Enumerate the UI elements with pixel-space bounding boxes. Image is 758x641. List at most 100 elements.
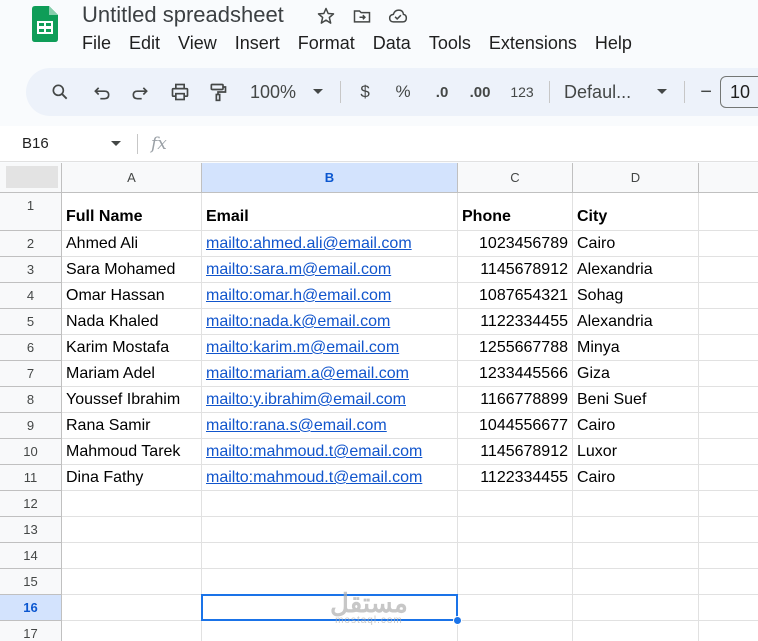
cell-c12[interactable]: [458, 491, 573, 517]
percent-format-button[interactable]: %: [389, 76, 417, 108]
menu-extensions[interactable]: Extensions: [480, 33, 586, 53]
cell-d7[interactable]: Giza: [573, 361, 699, 387]
cell-a17[interactable]: [62, 621, 202, 641]
cell-b1[interactable]: Email: [202, 193, 458, 231]
cell-d13[interactable]: [573, 517, 699, 543]
cell-b7[interactable]: mailto:mariam.a@email.com: [202, 361, 458, 387]
cell-c11[interactable]: 1122334455: [458, 465, 573, 491]
cell-d3[interactable]: Alexandria: [573, 257, 699, 283]
column-header-d[interactable]: D: [573, 163, 699, 193]
cell-e14[interactable]: [699, 543, 758, 569]
cell-e1[interactable]: [699, 193, 758, 231]
cell-c5[interactable]: 1122334455: [458, 309, 573, 335]
sheets-logo-icon[interactable]: [32, 6, 58, 42]
star-icon[interactable]: [315, 5, 337, 27]
menu-view[interactable]: View: [169, 33, 226, 53]
row-header-4[interactable]: 4: [0, 283, 62, 309]
zoom-dropdown-icon[interactable]: [308, 76, 328, 108]
cell-b2[interactable]: mailto:ahmed.ali@email.com: [202, 231, 458, 257]
name-box[interactable]: B16: [22, 135, 49, 152]
cell-a13[interactable]: [62, 517, 202, 543]
cell-d16[interactable]: [573, 595, 699, 621]
cell-c9[interactable]: 1044556677: [458, 413, 573, 439]
cell-c8[interactable]: 1166778899: [458, 387, 573, 413]
cell-e5[interactable]: [699, 309, 758, 335]
cell-c10[interactable]: 1145678912: [458, 439, 573, 465]
document-title[interactable]: Untitled spreadsheet: [82, 2, 284, 28]
row-header-6[interactable]: 6: [0, 335, 62, 361]
cell-e8[interactable]: [699, 387, 758, 413]
cell-b5[interactable]: mailto:nada.k@email.com: [202, 309, 458, 335]
cell-b3[interactable]: mailto:sara.m@email.com: [202, 257, 458, 283]
cell-a1[interactable]: Full Name: [62, 193, 202, 231]
cell-e16[interactable]: [699, 595, 758, 621]
cell-b4[interactable]: mailto:omar.h@email.com: [202, 283, 458, 309]
row-header-9[interactable]: 9: [0, 413, 62, 439]
cell-a12[interactable]: [62, 491, 202, 517]
sheet-grid[interactable]: A B C D 1 Full Name Email Phone City 2 Ahmed Ali ma…: [0, 163, 758, 641]
cell-a5[interactable]: Nada Khaled: [62, 309, 202, 335]
cell-e13[interactable]: [699, 517, 758, 543]
row-header-13[interactable]: 13: [0, 517, 62, 543]
row-header-17[interactable]: 17: [0, 621, 62, 641]
font-size-input[interactable]: 10: [720, 76, 758, 108]
increase-decimal-button[interactable]: .00: [463, 76, 497, 108]
currency-format-button[interactable]: $: [351, 76, 379, 108]
cell-e9[interactable]: [699, 413, 758, 439]
menu-file[interactable]: File: [82, 33, 120, 53]
cell-e3[interactable]: [699, 257, 758, 283]
menu-insert[interactable]: Insert: [226, 33, 289, 53]
row-header-12[interactable]: 12: [0, 491, 62, 517]
cell-c14[interactable]: [458, 543, 573, 569]
cell-a9[interactable]: Rana Samir: [62, 413, 202, 439]
cell-a16[interactable]: [62, 595, 202, 621]
select-all-corner[interactable]: [0, 163, 62, 193]
cell-b8[interactable]: mailto:y.ibrahim@email.com: [202, 387, 458, 413]
column-header-c[interactable]: C: [458, 163, 573, 193]
cell-d14[interactable]: [573, 543, 699, 569]
paint-format-icon[interactable]: [202, 76, 234, 108]
cell-e11[interactable]: [699, 465, 758, 491]
cell-b12[interactable]: [202, 491, 458, 517]
cell-d1[interactable]: City: [573, 193, 699, 231]
row-header-5[interactable]: 5: [0, 309, 62, 335]
fill-handle[interactable]: [453, 616, 462, 625]
cell-a15[interactable]: [62, 569, 202, 595]
row-header-7[interactable]: 7: [0, 361, 62, 387]
cell-a3[interactable]: Sara Mohamed: [62, 257, 202, 283]
menu-tools[interactable]: Tools: [420, 33, 480, 53]
cell-c17[interactable]: [458, 621, 573, 641]
font-select[interactable]: Defaul...: [564, 76, 640, 108]
zoom-select[interactable]: 100%: [250, 76, 296, 108]
cell-d4[interactable]: Sohag: [573, 283, 699, 309]
row-header-1[interactable]: 1: [0, 193, 62, 231]
number-format-button[interactable]: 123: [505, 76, 539, 108]
row-header-15[interactable]: 15: [0, 569, 62, 595]
decrease-font-size-button[interactable]: −: [695, 76, 717, 108]
cell-b10[interactable]: mailto:mahmoud.t@email.com: [202, 439, 458, 465]
cell-c3[interactable]: 1145678912: [458, 257, 573, 283]
menu-help[interactable]: Help: [586, 33, 641, 53]
cell-e10[interactable]: [699, 439, 758, 465]
cell-a11[interactable]: Dina Fathy: [62, 465, 202, 491]
row-header-10[interactable]: 10: [0, 439, 62, 465]
cell-d10[interactable]: Luxor: [573, 439, 699, 465]
cloud-saved-icon[interactable]: [387, 5, 409, 27]
row-header-2[interactable]: 2: [0, 231, 62, 257]
cell-d2[interactable]: Cairo: [573, 231, 699, 257]
column-header-a[interactable]: A: [62, 163, 202, 193]
menu-data[interactable]: Data: [364, 33, 420, 53]
cell-c1[interactable]: Phone: [458, 193, 573, 231]
row-header-14[interactable]: 14: [0, 543, 62, 569]
cell-c15[interactable]: [458, 569, 573, 595]
cell-b14[interactable]: [202, 543, 458, 569]
cell-b6[interactable]: mailto:karim.m@email.com: [202, 335, 458, 361]
font-dropdown-icon[interactable]: [652, 76, 672, 108]
cell-d15[interactable]: [573, 569, 699, 595]
cell-e17[interactable]: [699, 621, 758, 641]
cell-d9[interactable]: Cairo: [573, 413, 699, 439]
redo-icon[interactable]: [124, 76, 156, 108]
cell-b9[interactable]: mailto:rana.s@email.com: [202, 413, 458, 439]
cell-b13[interactable]: [202, 517, 458, 543]
search-menus-icon[interactable]: [44, 76, 76, 108]
